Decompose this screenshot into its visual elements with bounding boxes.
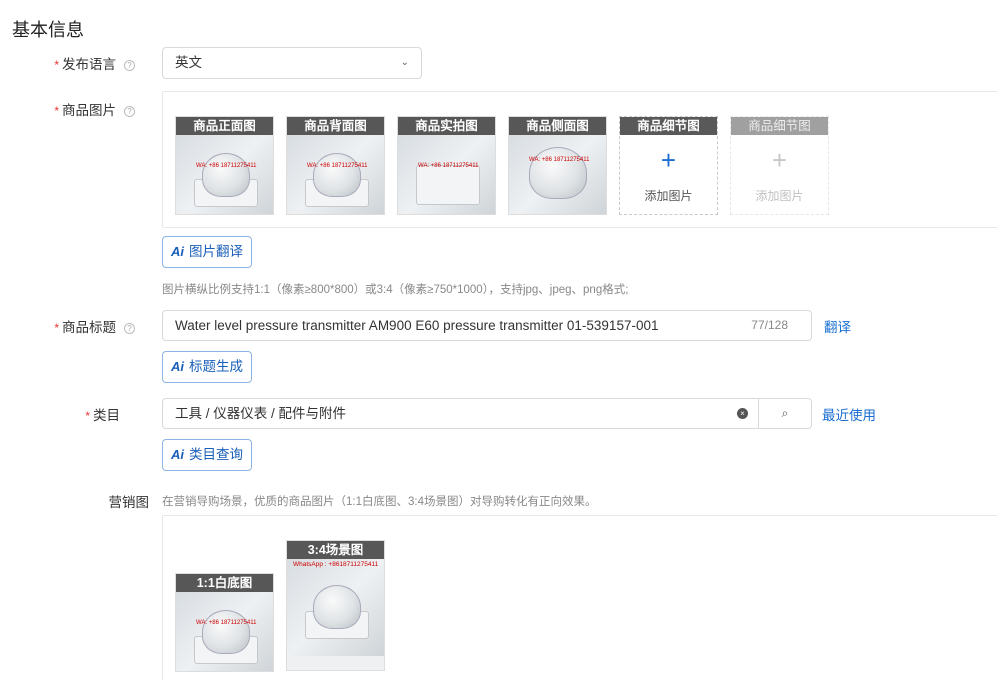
ai-icon: Ai bbox=[171, 447, 184, 462]
required-marker: * bbox=[54, 104, 59, 118]
search-icon: ⌕ bbox=[781, 406, 789, 420]
add-detail-image-disabled: 商品细节图 + 添加图片 bbox=[730, 116, 829, 215]
recent-used-link[interactable]: 最近使用 bbox=[822, 404, 876, 424]
help-icon[interactable]: ? bbox=[124, 106, 135, 117]
category-input[interactable]: 工具 / 仪器仪表 / 配件与附件 × bbox=[162, 398, 759, 429]
product-photo: WA: +86 18711275411 bbox=[176, 135, 273, 214]
section-title: 基本信息 bbox=[12, 20, 84, 40]
marketing-hint: 在营销导购场景，优质的商品图片（1:1白底图、3:4场景图）对导购转化有正向效果… bbox=[162, 496, 597, 508]
title-input[interactable]: Water level pressure transmitter AM900 E… bbox=[162, 310, 812, 341]
product-photo: WhatsApp : +8618711275411 bbox=[287, 559, 384, 656]
help-icon[interactable]: ? bbox=[124, 60, 135, 71]
title-generate-button[interactable]: Ai 标题生成 bbox=[162, 351, 252, 383]
help-icon[interactable]: ? bbox=[124, 323, 135, 334]
images-label: * 商品图片? bbox=[0, 99, 135, 119]
translate-link[interactable]: 翻译 bbox=[824, 316, 851, 336]
plus-icon: + bbox=[660, 145, 677, 175]
language-label: * 发布语言? bbox=[0, 53, 135, 73]
category-label: * 类目 bbox=[85, 408, 120, 423]
product-photo: WA: +86 18711275411 bbox=[176, 592, 273, 671]
product-photo: WA: +86 18711275411 bbox=[509, 135, 606, 214]
product-photo: WA: +86 18711275411 bbox=[287, 135, 384, 214]
marketing-image-scene[interactable]: 3:4场景图 WhatsApp : +8618711275411 bbox=[286, 540, 385, 671]
product-image-real[interactable]: 商品实拍图 WA: +86 18711275411 bbox=[397, 116, 496, 215]
product-image-back[interactable]: 商品背面图 WA: +86 18711275411 bbox=[286, 116, 385, 215]
product-image-side[interactable]: 商品侧面图 WA: +86 18711275411 bbox=[508, 116, 607, 215]
image-translate-button[interactable]: Ai 图片翻译 bbox=[162, 236, 252, 268]
plus-icon: + bbox=[771, 145, 788, 175]
language-select[interactable]: 英文 ⌄ bbox=[162, 47, 422, 79]
marketing-image-white[interactable]: 1:1白底图 WA: +86 18711275411 bbox=[175, 573, 274, 672]
add-detail-image[interactable]: 商品细节图 + 添加图片 bbox=[619, 116, 718, 215]
marketing-label: 营销图 bbox=[108, 495, 150, 510]
chevron-down-icon: ⌄ bbox=[400, 57, 409, 68]
required-marker: * bbox=[54, 321, 59, 335]
ai-icon: Ai bbox=[171, 244, 184, 259]
required-marker: * bbox=[54, 58, 59, 72]
product-photo: WA: +86 18711275411 bbox=[398, 135, 495, 214]
category-query-button[interactable]: Ai 类目查询 bbox=[162, 439, 252, 471]
char-count: 77/128 bbox=[751, 318, 788, 332]
clear-icon[interactable]: × bbox=[737, 408, 748, 419]
title-label: * 商品标题? bbox=[0, 316, 135, 336]
product-image-front[interactable]: 商品正面图 WA: +86 18711275411 bbox=[175, 116, 274, 215]
category-search-button[interactable]: ⌕ bbox=[758, 398, 812, 429]
image-hint: 图片横纵比例支持1:1（像素≥800*800）或3:4（像素≥750*1000）… bbox=[162, 284, 629, 296]
required-marker: * bbox=[85, 409, 90, 423]
ai-icon: Ai bbox=[171, 359, 184, 374]
